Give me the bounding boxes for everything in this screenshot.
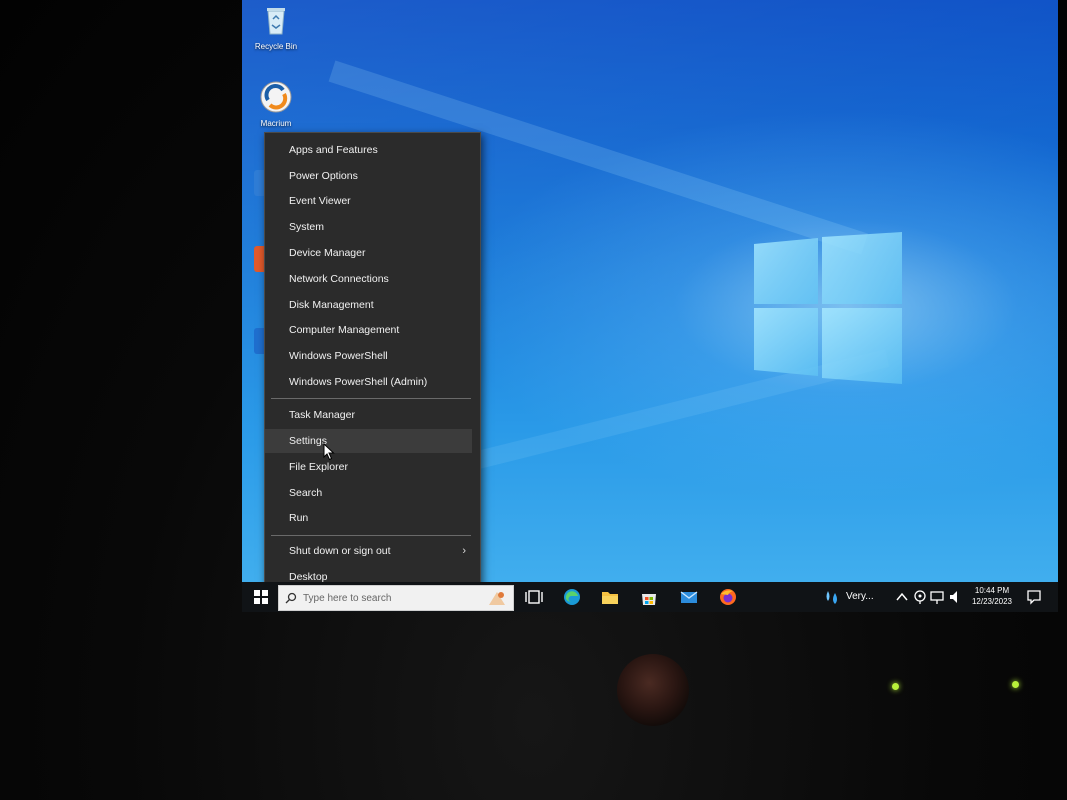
winx-context-menu: Apps and Features Power Options Event Vi… xyxy=(264,132,481,596)
mouse-cursor-icon xyxy=(323,443,335,461)
network-icon[interactable] xyxy=(928,588,948,606)
recycle-bin-icon xyxy=(267,8,285,35)
search-icon xyxy=(285,592,297,604)
menu-item-run[interactable]: Run xyxy=(265,506,472,530)
weather-text[interactable]: Very... xyxy=(846,591,874,602)
start-button-icon[interactable] xyxy=(251,588,271,606)
desktop-icon-label: Recycle Bin xyxy=(254,42,298,51)
menu-item-power-options[interactable]: Power Options xyxy=(265,164,472,188)
search-placeholder: Type here to search xyxy=(303,593,392,604)
chevron-right-icon: › xyxy=(462,545,466,557)
mail-icon[interactable] xyxy=(679,588,699,606)
menu-item-disk-management[interactable]: Disk Management xyxy=(265,293,472,317)
search-highlight-icon xyxy=(489,592,505,605)
volume-icon[interactable] xyxy=(946,588,966,606)
menu-item-network-connections[interactable]: Network Connections xyxy=(265,267,472,291)
menu-item-device-manager[interactable]: Device Manager xyxy=(265,241,472,265)
monitor-status-led xyxy=(892,683,899,690)
menu-item-system[interactable]: System xyxy=(265,215,472,239)
menu-item-task-manager[interactable]: Task Manager xyxy=(265,403,472,427)
microsoft-store-icon[interactable] xyxy=(639,588,659,606)
menu-item-settings[interactable]: Settings xyxy=(265,429,472,453)
monitor-status-led xyxy=(1012,681,1019,688)
menu-item-file-explorer[interactable]: File Explorer xyxy=(265,455,472,479)
menu-item-event-viewer[interactable]: Event Viewer xyxy=(265,189,472,213)
menu-item-computer-management[interactable]: Computer Management xyxy=(265,318,472,342)
taskbar: Type here to search Very... 10:44 PM 12/… xyxy=(242,582,1058,612)
edge-icon[interactable] xyxy=(562,588,582,606)
taskbar-search-box[interactable]: Type here to search xyxy=(278,585,514,611)
windows-logo-icon xyxy=(754,232,902,384)
menu-item-apps-and-features[interactable]: Apps and Features xyxy=(265,138,472,162)
task-view-icon[interactable] xyxy=(524,588,544,606)
desktop-icon-macrium[interactable]: Macrium xyxy=(244,80,308,129)
menu-item-windows-powershell-admin[interactable]: Windows PowerShell (Admin) xyxy=(265,370,472,394)
clock-time: 10:44 PM xyxy=(974,586,1010,595)
file-explorer-icon[interactable] xyxy=(600,588,620,606)
menu-item-windows-powershell[interactable]: Windows PowerShell xyxy=(265,344,472,368)
macrium-reflect-icon xyxy=(260,81,292,113)
weather-rain-icon[interactable] xyxy=(822,588,842,606)
chevron-up-icon[interactable] xyxy=(892,588,912,606)
menu-item-search[interactable]: Search xyxy=(265,481,472,505)
monitor-power-button[interactable] xyxy=(617,654,689,726)
webcam-icon[interactable] xyxy=(910,588,930,606)
firefox-icon[interactable] xyxy=(718,588,738,606)
desktop-icon-recycle-bin[interactable]: Recycle Bin xyxy=(244,3,308,52)
menu-separator xyxy=(271,398,471,399)
taskbar-clock[interactable]: 10:44 PM 12/23/2023 xyxy=(967,585,1017,607)
menu-item-shut-down-or-sign-out[interactable]: Shut down or sign out › xyxy=(265,539,472,563)
desktop-icon-label: Macrium xyxy=(260,119,292,128)
clock-date: 12/23/2023 xyxy=(971,597,1013,606)
menu-separator xyxy=(271,535,471,536)
action-center-icon[interactable] xyxy=(1024,588,1044,606)
